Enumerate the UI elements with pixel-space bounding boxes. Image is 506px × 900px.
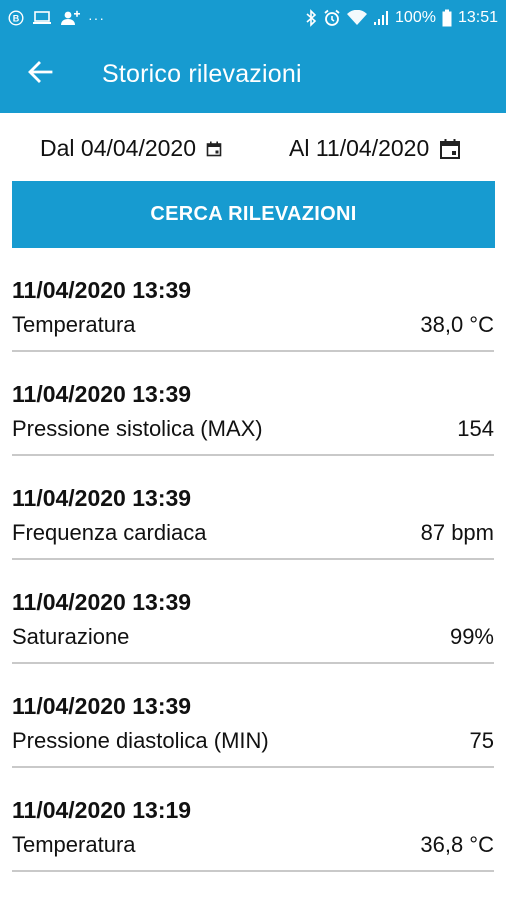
wifi-icon	[347, 10, 368, 26]
status-right-icons: 100% 13:51	[305, 9, 498, 27]
reading-name: Temperatura	[12, 312, 136, 337]
reading-list-item[interactable]: 11/04/2020 13:39 Pressione sistolica (MAX…	[12, 352, 494, 456]
status-left-icons: B ···	[8, 10, 105, 26]
reading-list-item[interactable]: 11/04/2020 13:39 Temperatura 38,0 °C	[12, 248, 494, 352]
date-to-label: Al 11/04/2020	[289, 135, 430, 161]
battery-icon	[442, 9, 452, 27]
reading-datetime: 11/04/2020 13:39	[12, 381, 192, 407]
overflow-notifications: ···	[88, 10, 105, 26]
svg-text:B: B	[13, 14, 20, 24]
search-readings-button[interactable]: CERCA RILEVAZIONI	[12, 181, 495, 248]
reading-list-item[interactable]: 11/04/2020 13:39 Saturazione 99%	[12, 560, 494, 664]
date-from-label: Dal 04/04/2020	[40, 135, 197, 161]
person-add-icon	[60, 10, 80, 26]
laptop-icon	[32, 10, 52, 26]
calendar-icon	[439, 138, 461, 160]
signal-icon	[373, 10, 389, 26]
reading-value: 75	[469, 728, 494, 753]
reading-value: 36,8 °C	[420, 832, 494, 857]
page-title: Storico rilevazioni	[102, 60, 302, 88]
reading-name: Saturazione	[12, 624, 130, 649]
reading-name: Temperatura	[12, 832, 136, 857]
date-filter-row: Dal 04/04/2020 Al 11/04/2020	[0, 113, 506, 181]
reading-name: Pressione sistolica (MAX)	[12, 416, 263, 441]
bluetooth-icon	[305, 9, 317, 27]
status-bar: B ··· 100% 13:51	[0, 0, 506, 36]
reading-datetime: 11/04/2020 13:19	[12, 797, 192, 823]
alarm-icon	[323, 9, 341, 27]
reading-list-item[interactable]: 11/04/2020 13:19 Temperatura 36,8 °C	[12, 768, 494, 872]
arrow-left-icon	[27, 61, 53, 88]
clock: 13:51	[457, 9, 498, 26]
reading-datetime: 11/04/2020 13:39	[12, 693, 192, 719]
app-bar: Storico rilevazioni	[0, 36, 506, 113]
battery-percentage: 100%	[395, 9, 436, 26]
reading-name: Pressione diastolica (MIN)	[12, 728, 269, 753]
reading-datetime: 11/04/2020 13:39	[12, 277, 192, 303]
reading-value: 99%	[449, 624, 494, 649]
calendar-icon	[206, 141, 222, 157]
date-from-picker[interactable]: Dal 04/04/2020	[40, 135, 222, 162]
back-button[interactable]	[0, 36, 80, 113]
reading-list-item[interactable]: 11/04/2020 13:39 Frequenza cardiaca 87 bpm	[12, 456, 494, 560]
b-circle-icon: B	[8, 10, 24, 26]
reading-datetime: 11/04/2020 13:39	[12, 485, 192, 511]
readings-list: 11/04/2020 13:39 Temperatura 38,0 °C 11/04/…	[0, 248, 506, 872]
reading-name: Frequenza cardiaca	[12, 520, 207, 545]
reading-datetime: 11/04/2020 13:39	[12, 589, 192, 615]
reading-value: 87 bpm	[420, 520, 494, 545]
reading-list-item[interactable]: 11/04/2020 13:39 Pressione diastolica (MI…	[12, 664, 494, 768]
reading-value: 154	[457, 416, 494, 441]
date-to-picker[interactable]: Al 11/04/2020	[289, 135, 461, 162]
reading-value: 38,0 °C	[420, 312, 494, 337]
